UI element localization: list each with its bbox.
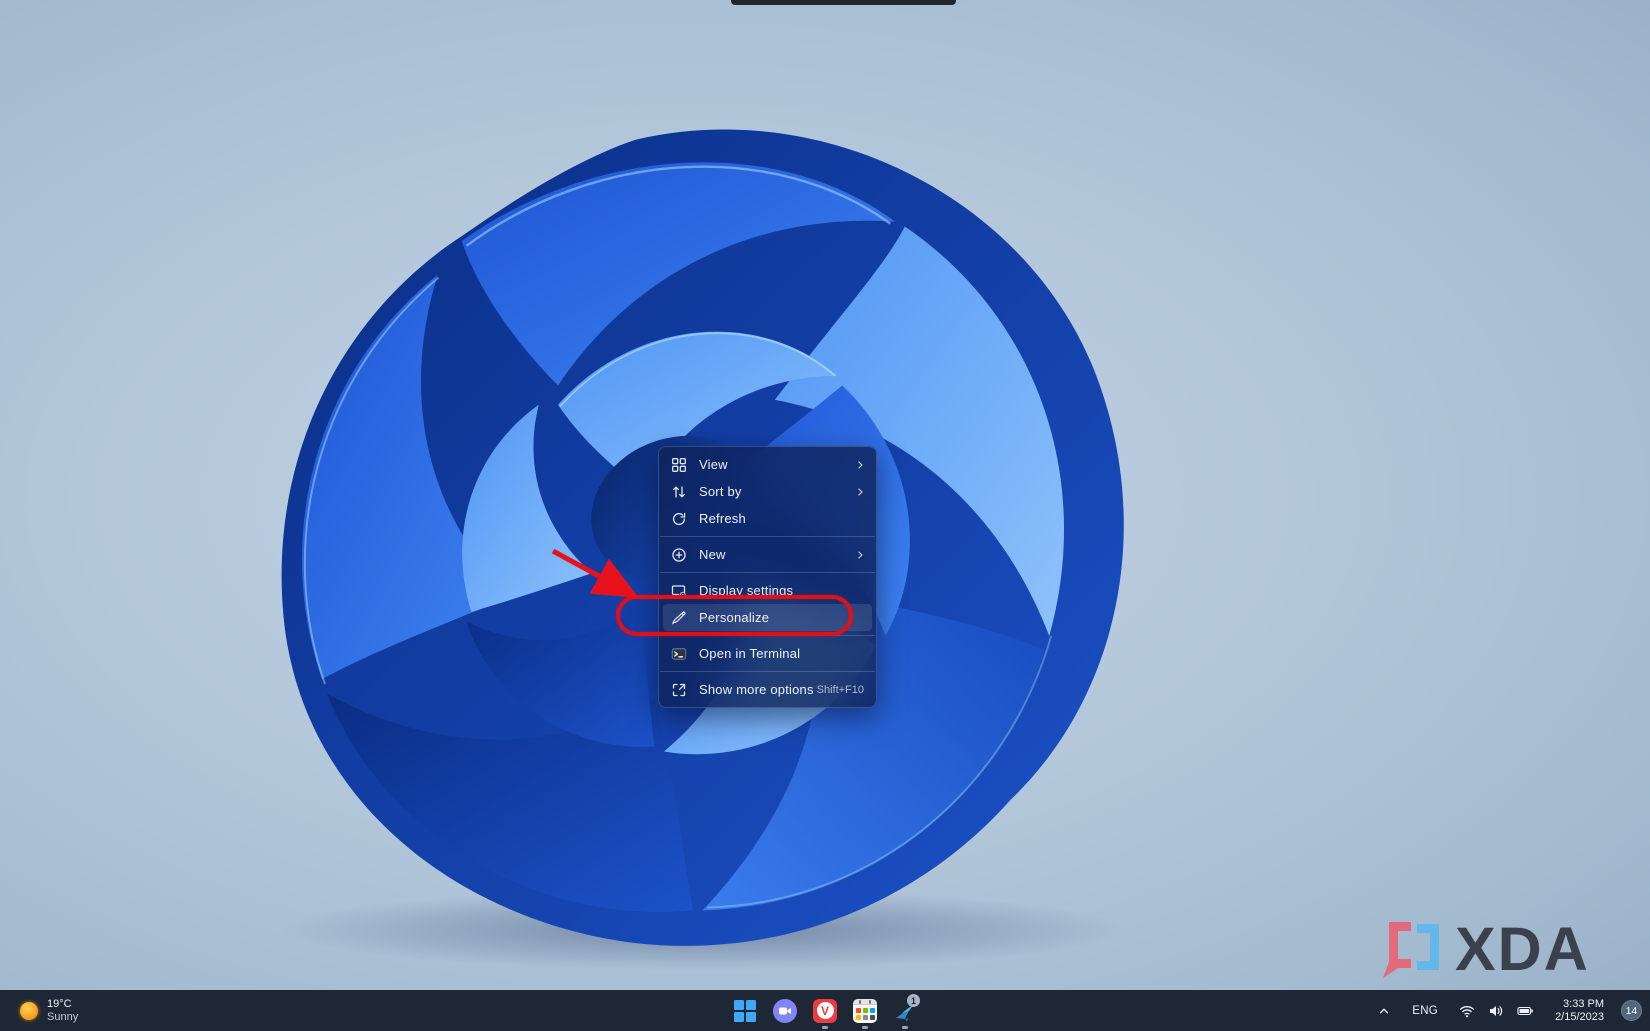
chevron-right-icon	[854, 486, 866, 498]
vivaldi-browser-button[interactable]: V	[805, 990, 845, 1031]
menu-separator	[660, 671, 875, 672]
wifi-icon	[1459, 1003, 1475, 1019]
chat-app-button[interactable]	[765, 990, 805, 1031]
menu-item-label: Show more options	[699, 682, 817, 697]
terminal-icon	[671, 646, 687, 662]
menu-item-open-in-terminal[interactable]: Open in Terminal	[663, 640, 872, 667]
new-plus-icon	[671, 547, 687, 563]
menu-item-label: New	[699, 547, 848, 562]
weather-temperature: 19°C	[47, 998, 78, 1011]
menu-separator	[660, 572, 875, 573]
chevron-right-icon	[854, 549, 866, 561]
sort-arrows-icon	[671, 484, 687, 500]
menu-separator	[660, 635, 875, 636]
taskbar-apps: V	[725, 990, 925, 1031]
desktop-context-menu: View Sort by Refresh	[658, 446, 877, 708]
bird-app-button[interactable]: 1	[885, 990, 925, 1031]
menu-item-personalize[interactable]: Personalize	[663, 604, 872, 631]
xda-watermark: XDA	[1381, 920, 1590, 982]
clock-widget[interactable]: 3:33 PM 2/15/2023	[1551, 995, 1608, 1027]
tray-time: 3:33 PM	[1555, 998, 1604, 1011]
display-settings-icon	[671, 583, 687, 599]
notification-badge: 1	[907, 994, 920, 1007]
vivaldi-icon: V	[813, 999, 837, 1023]
menu-item-label: Display settings	[699, 583, 866, 598]
video-chat-icon	[773, 999, 797, 1023]
menu-item-label: Personalize	[699, 610, 866, 625]
view-grid-icon	[671, 457, 687, 473]
menu-item-refresh[interactable]: Refresh	[663, 505, 872, 532]
show-more-icon	[671, 682, 687, 698]
menu-item-label: Sort by	[699, 484, 848, 499]
menu-item-display-settings[interactable]: Display settings	[663, 577, 872, 604]
xda-brackets-icon	[1381, 920, 1445, 982]
running-indicator	[862, 1026, 868, 1029]
system-tray: ENG 3:33 PM 2/15/2023	[1373, 990, 1642, 1031]
tray-overflow-button[interactable]	[1373, 1001, 1395, 1021]
language-indicator[interactable]: ENG	[1408, 1002, 1442, 1020]
menu-item-new[interactable]: New	[663, 541, 872, 568]
menu-item-view[interactable]: View	[663, 451, 872, 478]
menu-item-sort-by[interactable]: Sort by	[663, 478, 872, 505]
tray-status-area[interactable]	[1455, 1000, 1538, 1022]
menu-item-show-more-options[interactable]: Show more options Shift+F10	[663, 676, 872, 703]
menu-item-shortcut: Shift+F10	[817, 684, 864, 696]
running-indicator	[822, 1026, 828, 1029]
weather-widget[interactable]: 19°C Sunny	[12, 990, 86, 1031]
menu-item-label: View	[699, 457, 848, 472]
desktop[interactable]: View Sort by Refresh	[0, 0, 1650, 1031]
start-button[interactable]	[725, 990, 765, 1031]
menu-item-label: Open in Terminal	[699, 646, 866, 661]
tray-date: 2/15/2023	[1555, 1011, 1604, 1024]
volume-icon	[1488, 1003, 1504, 1019]
personalize-brush-icon	[671, 610, 687, 626]
language-label: ENG	[1412, 1005, 1438, 1017]
chevron-up-icon	[1377, 1004, 1391, 1018]
screen-notch	[731, 0, 956, 5]
battery-icon	[1517, 1003, 1534, 1019]
windows-logo-icon	[734, 1000, 756, 1022]
calendar-app-button[interactable]	[845, 990, 885, 1031]
running-indicator	[902, 1026, 908, 1029]
xda-logo-text: XDA	[1455, 920, 1590, 978]
calendar-icon	[853, 999, 877, 1023]
sun-icon	[20, 1002, 38, 1020]
menu-item-label: Refresh	[699, 511, 866, 526]
weather-condition: Sunny	[47, 1011, 78, 1024]
menu-separator	[660, 536, 875, 537]
notification-center-badge[interactable]: 14	[1621, 1000, 1642, 1021]
chevron-right-icon	[854, 459, 866, 471]
refresh-icon	[671, 511, 687, 527]
taskbar: 19°C Sunny V	[0, 990, 1650, 1031]
